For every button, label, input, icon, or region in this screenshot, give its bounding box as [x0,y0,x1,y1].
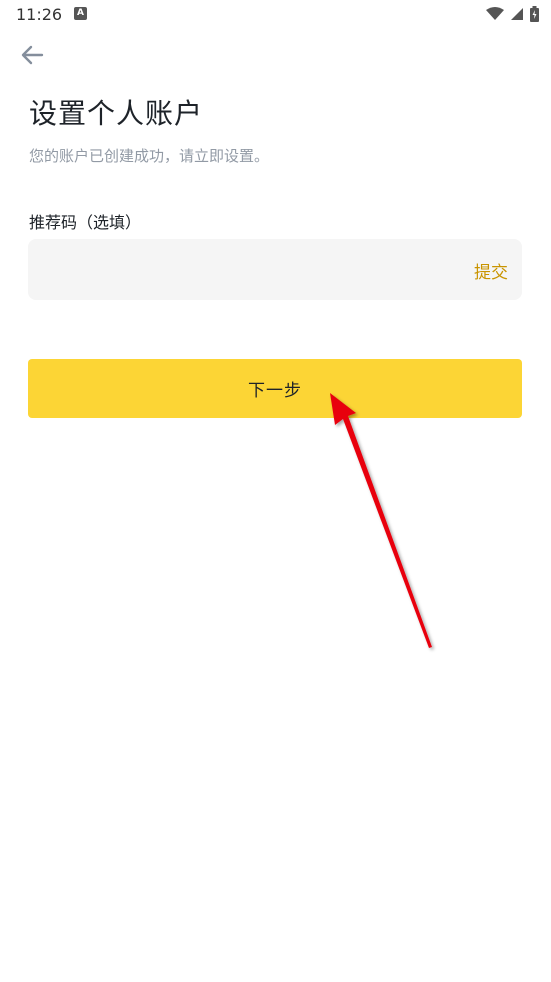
referral-code-field[interactable]: 提交 [28,239,522,302]
submit-button[interactable]: 提交 [474,258,508,283]
wifi-icon [486,7,504,20]
back-button[interactable] [20,42,46,68]
next-step-label: 下一步 [248,381,302,400]
battery-icon [530,6,539,22]
referral-code-label: 推荐码（选填） [29,213,142,232]
referral-code-input[interactable] [42,239,446,302]
arrow-left-icon [21,45,44,65]
page-subtitle: 您的账户已创建成功，请立即设置。 [29,147,270,165]
page-title: 设置个人账户 [29,97,204,130]
status-icons [486,4,539,24]
notification-icon: A [74,7,87,20]
status-time: 11:26 [16,5,63,24]
annotation-arrow [330,393,432,648]
status-bar: 11:26 A [0,0,551,30]
signal-icon [511,8,523,20]
next-step-button[interactable]: 下一步 [28,359,522,418]
